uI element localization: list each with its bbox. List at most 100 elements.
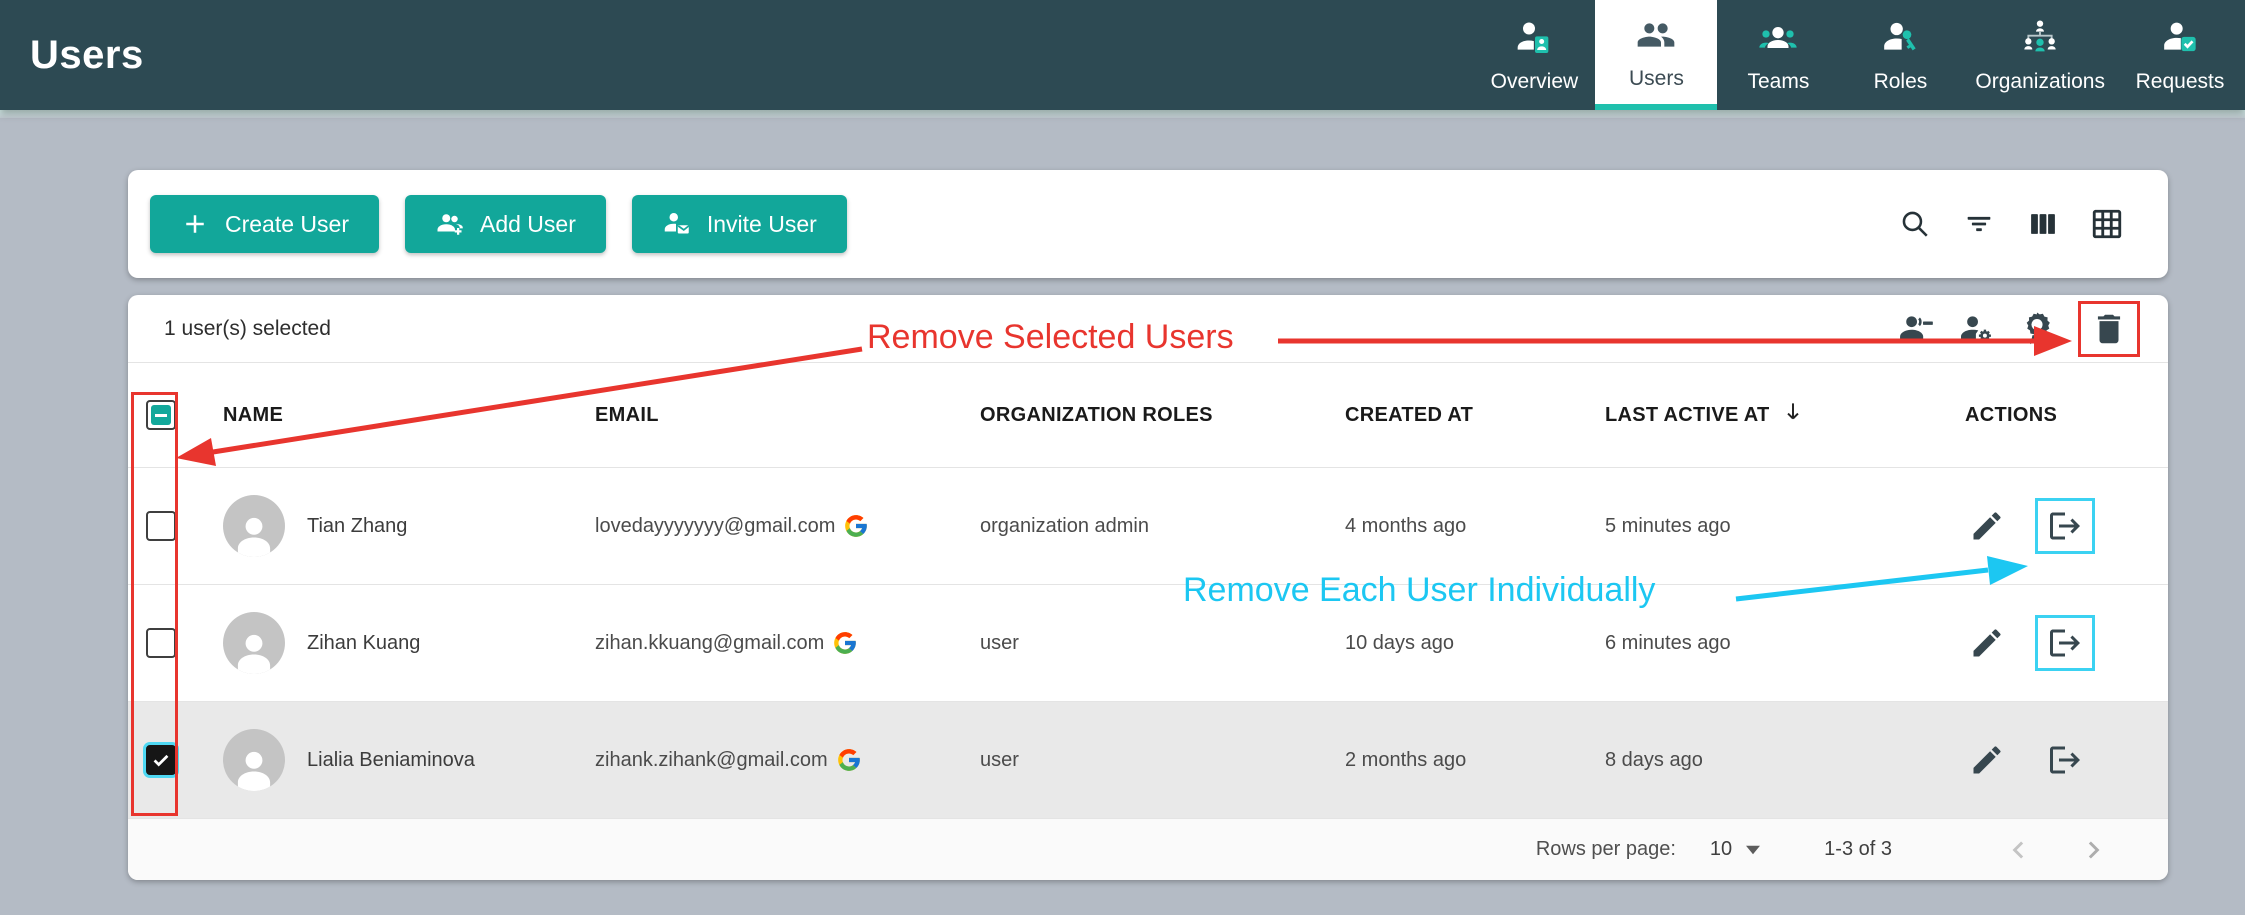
rows-per-page-label: Rows per page: [1536, 838, 1676, 861]
certify-user-icon[interactable] [2018, 310, 2056, 348]
group-add-icon [435, 209, 465, 239]
invite-user-label: Invite User [707, 211, 817, 238]
view-columns-icon[interactable] [2026, 207, 2060, 241]
row-checkbox[interactable] [146, 628, 176, 658]
row-checkbox[interactable] [146, 511, 176, 541]
created-at: 10 days ago [1345, 632, 1605, 655]
invite-user-button[interactable]: Invite User [632, 195, 847, 253]
tab-teams[interactable]: Teams [1717, 0, 1839, 110]
toolbar-buttons: Create User Add User Invite User [150, 195, 847, 253]
tab-label: Teams [1747, 70, 1809, 94]
avatar [223, 729, 285, 791]
select-all-checkbox[interactable] [146, 400, 176, 430]
edit-user-icon[interactable] [1969, 508, 2005, 544]
row-checkbox[interactable] [146, 745, 176, 775]
last-active-at: 8 days ago [1605, 749, 1965, 772]
remove-user-icon[interactable] [2047, 625, 2083, 661]
table-row: Zihan Kuang zihan.kkuang@gmail.com user … [128, 584, 2168, 701]
create-user-button[interactable]: Create User [150, 195, 379, 253]
avatar [223, 612, 285, 674]
column-header-name[interactable]: NAME [223, 404, 595, 427]
selection-actions [1898, 301, 2140, 357]
avatar [223, 495, 285, 557]
column-header-last-active[interactable]: LAST ACTIVE AT [1605, 399, 1965, 431]
people-icon [1636, 13, 1676, 55]
delete-icon[interactable] [2090, 310, 2128, 348]
last-active-at: 5 minutes ago [1605, 515, 1965, 538]
column-header-created[interactable]: CREATED AT [1345, 404, 1605, 427]
add-user-label: Add User [480, 211, 576, 238]
group-icon [1758, 16, 1798, 58]
created-at: 2 months ago [1345, 749, 1605, 772]
remove-user-icon[interactable] [2047, 508, 2083, 544]
table-row: Tian Zhang lovedayyyyyyy@gmail.com organ… [128, 467, 2168, 584]
indeterminate-icon [151, 405, 171, 425]
user-email: zihank.zihank@gmail.com [595, 749, 828, 772]
check-icon [150, 749, 172, 771]
selection-bar: 1 user(s) selected [128, 295, 2168, 363]
grid-view-icon[interactable] [2090, 207, 2124, 241]
column-header-actions[interactable]: ACTIONS [1965, 404, 2168, 427]
rows-per-page-value: 10 [1710, 838, 1732, 861]
header-divider-strip [0, 110, 2245, 118]
last-active-label: LAST ACTIVE AT [1605, 404, 1770, 427]
table-header-row: NAME EMAIL ORGANIZATION ROLES CREATED AT… [128, 363, 2168, 467]
tab-label: Users [1629, 67, 1684, 91]
sort-desc-icon [1780, 399, 1806, 431]
tab-roles[interactable]: Roles [1839, 0, 1961, 110]
google-icon [832, 630, 858, 656]
tab-organizations[interactable]: Organizations [1961, 0, 2119, 110]
tab-users[interactable]: Users [1595, 0, 1717, 110]
pagination-range: 1-3 of 3 [1824, 838, 1892, 861]
tab-requests[interactable]: Requests [2119, 0, 2241, 110]
user-roles: organization admin [980, 515, 1345, 538]
user-roles: user [980, 749, 1345, 772]
plus-icon [180, 209, 210, 239]
person-key-icon [1880, 16, 1920, 58]
users-table-card: 1 user(s) selected [128, 295, 2168, 880]
app-header: Users Overview Users Teams [0, 0, 2245, 110]
column-header-roles[interactable]: ORGANIZATION ROLES [980, 404, 1345, 427]
remove-user-icon[interactable] [2047, 742, 2083, 778]
annotation-delete-selected-box [2078, 301, 2140, 357]
column-header-email[interactable]: EMAIL [595, 404, 980, 427]
user-email: lovedayyyyyyy@gmail.com [595, 515, 835, 538]
user-name: Lialia Beniaminova [307, 749, 475, 772]
google-icon [836, 747, 862, 773]
annotation-remove-user-box [2035, 615, 2095, 671]
table-row: Lialia Beniaminova zihank.zihank@gmail.c… [128, 701, 2168, 818]
edit-user-icon[interactable] [1969, 742, 2005, 778]
user-roles: user [980, 632, 1345, 655]
next-page-button[interactable] [2078, 835, 2108, 865]
prev-page-button[interactable] [2004, 835, 2034, 865]
created-at: 4 months ago [1345, 515, 1605, 538]
users-page: Users Overview Users Teams [0, 0, 2245, 915]
create-user-label: Create User [225, 211, 349, 238]
google-icon [843, 513, 869, 539]
toolbar-card: Create User Add User Invite User [128, 170, 2168, 278]
dropdown-caret-icon [1746, 845, 1760, 855]
page-title: Users [30, 33, 144, 78]
last-active-at: 6 minutes ago [1605, 632, 1965, 655]
selection-count-text: 1 user(s) selected [164, 317, 331, 341]
user-name: Tian Zhang [307, 515, 407, 538]
nav-tabs: Overview Users Teams Roles [1473, 0, 2245, 110]
org-chart-icon [2020, 16, 2060, 58]
filter-icon[interactable] [1962, 207, 1996, 241]
tab-overview[interactable]: Overview [1473, 0, 1595, 110]
person-mail-icon [662, 209, 692, 239]
table-footer: Rows per page: 10 1-3 of 3 [128, 818, 2168, 880]
table-tools [1898, 207, 2124, 241]
remove-user-box-spacer [2035, 732, 2095, 788]
rows-per-page-select[interactable]: 10 [1710, 838, 1760, 861]
manage-user-icon[interactable] [1958, 310, 1996, 348]
user-email: zihan.kkuang@gmail.com [595, 632, 824, 655]
remove-user-role-icon[interactable] [1898, 310, 1936, 348]
person-check-icon [2160, 16, 2200, 58]
edit-user-icon[interactable] [1969, 625, 2005, 661]
annotation-remove-user-box [2035, 498, 2095, 554]
user-name: Zihan Kuang [307, 632, 420, 655]
add-user-button[interactable]: Add User [405, 195, 606, 253]
search-icon[interactable] [1898, 207, 1932, 241]
tab-label: Roles [1874, 70, 1928, 94]
